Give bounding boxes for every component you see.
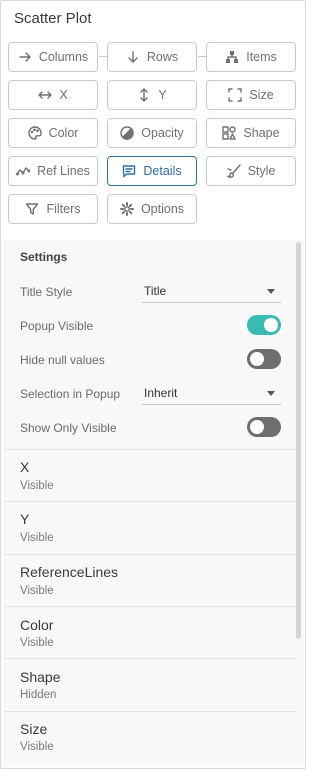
title-style-select[interactable]: Title — [142, 281, 281, 303]
hierarchy-icon — [225, 50, 239, 64]
item-name-shape[interactable]: Shape — [20, 669, 60, 685]
divider — [4, 606, 296, 607]
opacity-button-label: Opacity — [141, 126, 184, 140]
color-button[interactable]: Color — [8, 118, 98, 148]
selection-in-popup-select[interactable]: Inherit — [142, 383, 281, 405]
vertical-arrows-icon — [137, 88, 151, 102]
style-button[interactable]: Style — [206, 156, 296, 186]
details-button-label: Details — [143, 164, 182, 178]
palette-icon — [27, 126, 42, 140]
divider — [4, 658, 296, 659]
items-button-label: Items — [246, 50, 277, 64]
item-name-referencelines[interactable]: ReferenceLines — [20, 564, 118, 580]
show-only-visible-label: Show Only Visible — [20, 421, 117, 435]
rows-button-label: Rows — [146, 50, 179, 64]
chevron-down-icon — [267, 391, 275, 396]
arrow-right-icon — [18, 50, 32, 64]
hide-null-label: Hide null values — [20, 353, 105, 367]
selection-in-popup-value: Inherit — [144, 386, 178, 400]
items-button[interactable]: Items — [206, 42, 296, 72]
y-button[interactable]: Y — [107, 80, 197, 110]
item-status-y: Visible — [20, 532, 54, 544]
item-status-size: Visible — [20, 741, 54, 753]
popup-visible-label: Popup Visible — [20, 319, 94, 333]
divider — [4, 711, 296, 712]
x-button-label: X — [59, 88, 68, 102]
panel-title: Scatter Plot — [14, 10, 92, 27]
settings-heading: Settings — [20, 250, 68, 264]
size-corners-icon — [228, 88, 243, 102]
funnel-icon — [25, 202, 39, 216]
shapes-icon — [222, 126, 237, 140]
ref-lines-button-label: Ref Lines — [37, 164, 90, 178]
show-only-visible-toggle[interactable] — [247, 417, 281, 437]
details-button[interactable]: Details — [107, 156, 197, 186]
popup-visible-toggle[interactable] — [247, 315, 281, 335]
item-name-x[interactable]: X — [20, 459, 29, 475]
item-status-referencelines: Visible — [20, 585, 54, 597]
size-button[interactable]: Size — [206, 80, 296, 110]
options-button-label: Options — [140, 202, 185, 216]
ref-lines-icon — [16, 164, 31, 178]
divider — [4, 501, 296, 502]
x-button[interactable]: X — [8, 80, 98, 110]
item-status-x: Visible — [20, 480, 54, 492]
item-name-color[interactable]: Color — [20, 617, 53, 633]
scrollbar-thumb[interactable] — [296, 242, 301, 639]
title-style-label: Title Style — [20, 285, 73, 299]
chevron-down-icon — [267, 289, 275, 294]
toggle-knob — [250, 420, 264, 434]
item-status-color: Visible — [20, 637, 54, 649]
opacity-button[interactable]: Opacity — [107, 118, 197, 148]
ref-lines-button[interactable]: Ref Lines — [8, 156, 98, 186]
opacity-icon — [120, 126, 134, 140]
brush-icon — [226, 164, 241, 178]
hide-null-toggle[interactable] — [247, 349, 281, 369]
options-button[interactable]: Options — [107, 194, 197, 224]
shape-button[interactable]: Shape — [206, 118, 296, 148]
arrow-down-icon — [126, 50, 140, 64]
title-style-value: Title — [144, 284, 167, 298]
toggle-knob — [264, 318, 278, 332]
selection-in-popup-label: Selection in Popup — [20, 387, 121, 401]
item-name-size[interactable]: Size — [20, 721, 47, 737]
shape-button-label: Shape — [243, 126, 280, 140]
color-button-label: Color — [48, 126, 79, 140]
comment-icon — [122, 164, 136, 178]
columns-button-label: Columns — [38, 50, 89, 64]
divider — [4, 449, 296, 450]
size-button-label: Size — [249, 88, 274, 102]
item-status-shape: Hidden — [20, 689, 57, 701]
rows-button[interactable]: Rows — [107, 42, 197, 72]
horizontal-arrows-icon — [38, 88, 53, 102]
toggle-knob — [250, 352, 264, 366]
item-name-y[interactable]: Y — [20, 511, 29, 527]
filters-button[interactable]: Filters — [8, 194, 98, 224]
y-button-label: Y — [158, 88, 167, 102]
gear-icon — [119, 202, 134, 216]
style-button-label: Style — [247, 164, 276, 178]
divider — [4, 554, 296, 555]
filters-button-label: Filters — [46, 202, 81, 216]
columns-button[interactable]: Columns — [8, 42, 98, 72]
